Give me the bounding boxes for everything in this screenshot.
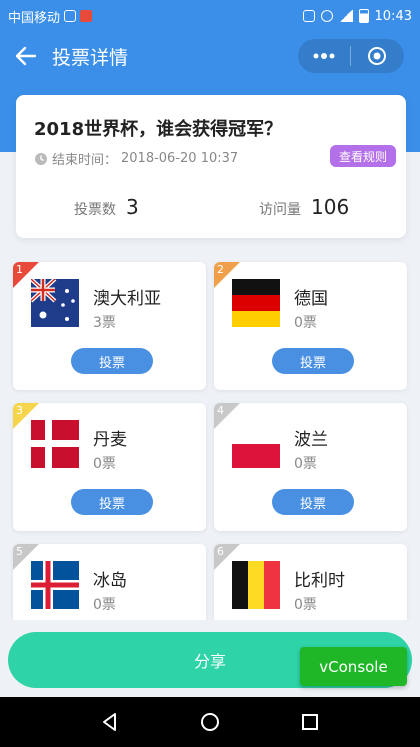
- rank-number: 6: [217, 545, 224, 558]
- system-back-button[interactable]: [90, 702, 130, 742]
- vote-info-card: 2018世界杯，谁会获得冠军？ 结束时间： 2018-06-20 10:37 查…: [16, 95, 406, 238]
- close-button[interactable]: [351, 39, 403, 73]
- votes-label: 投票数: [74, 202, 116, 218]
- rank-number: 4: [217, 404, 224, 417]
- square-recents-icon: [302, 714, 318, 730]
- rank-number: 3: [16, 404, 23, 417]
- status-right: 10:43: [302, 8, 412, 24]
- option-name: 波兰: [294, 430, 328, 450]
- option-card: 2 德国 0票 投票: [214, 262, 407, 390]
- belgium-flag-icon: [232, 561, 280, 609]
- option-card: 5 冰岛 0票 投票: [13, 544, 206, 620]
- arrow-left-icon: [15, 46, 37, 66]
- option-votes: 0票: [93, 456, 116, 472]
- votes-stat: 投票数 3: [74, 195, 139, 219]
- option-card: 3 丹麦 0票 投票: [13, 403, 206, 531]
- denmark-flag-icon: [31, 420, 79, 468]
- option-name: 德国: [294, 289, 328, 309]
- status-bar: 中国移动 10:43: [0, 0, 420, 32]
- option-card: 1 澳大利亚 3票 投票: [13, 262, 206, 390]
- clock-icon: [35, 152, 47, 165]
- australia-flag-icon: [31, 279, 79, 327]
- option-name: 丹麦: [93, 430, 127, 450]
- vote-title: 2018世界杯，谁会获得冠军？: [34, 119, 283, 140]
- status-time: 10:43: [374, 8, 412, 24]
- alarm-icon: [320, 10, 333, 22]
- iceland-flag-icon: [31, 561, 79, 609]
- battery-icon: [358, 9, 369, 23]
- rank-number: 2: [217, 263, 224, 276]
- vote-button[interactable]: 投票: [71, 348, 153, 374]
- more-button[interactable]: [298, 39, 350, 73]
- option-votes: 0票: [93, 597, 116, 613]
- nav-bar: 投票详情: [0, 32, 420, 80]
- mini-program-capsule: [298, 39, 404, 73]
- vote-button[interactable]: 投票: [272, 489, 354, 515]
- end-time-label: 结束时间：: [52, 153, 118, 168]
- option-name: 比利时: [294, 571, 345, 591]
- carrier-name: 中国移动: [8, 10, 61, 26]
- vote-button[interactable]: 投票: [272, 348, 354, 374]
- option-votes: 0票: [294, 315, 317, 331]
- option-votes: 0票: [294, 597, 317, 613]
- visits-count: 106: [311, 195, 350, 219]
- app-notification-icon: [80, 10, 93, 22]
- system-home-button[interactable]: [190, 702, 230, 742]
- carrier-area: 中国移动: [8, 7, 303, 26]
- data-icon: [64, 10, 77, 22]
- rank-number: 1: [16, 263, 23, 276]
- poland-flag-icon: [232, 420, 280, 468]
- rank-number: 5: [16, 545, 23, 558]
- option-name: 澳大利亚: [93, 289, 161, 309]
- system-recents-button[interactable]: [290, 702, 330, 742]
- option-name: 冰岛: [93, 571, 127, 591]
- option-card: 6 比利时 0票 投票: [214, 544, 407, 620]
- target-close-icon: [368, 47, 386, 65]
- back-button[interactable]: [0, 32, 52, 80]
- view-rules-button[interactable]: 查看规则: [330, 145, 396, 167]
- option-votes: 3票: [93, 315, 116, 331]
- mute-icon: [302, 10, 315, 22]
- system-nav-bar: [0, 697, 420, 747]
- vconsole-button[interactable]: vConsole: [300, 647, 407, 686]
- circle-home-icon: [201, 713, 219, 731]
- end-time-value: 2018-06-20 10:37: [121, 151, 239, 166]
- option-card: 4 波兰 0票 投票: [214, 403, 407, 531]
- page-title: 投票详情: [52, 46, 129, 69]
- visits-stat: 访问量 106: [259, 195, 349, 219]
- visits-label: 访问量: [259, 202, 301, 218]
- option-votes: 0票: [294, 456, 317, 472]
- triangle-back-icon: [103, 713, 116, 731]
- votes-count: 3: [126, 195, 139, 219]
- germany-flag-icon: [232, 279, 280, 327]
- options-grid: 1 澳大利亚 3票 投票 2 德国 0票 投票 3 丹麦 0票 投票 4 波兰 …: [0, 260, 420, 620]
- end-time: 结束时间： 2018-06-20 10:37: [34, 149, 238, 168]
- vote-button[interactable]: 投票: [71, 489, 153, 515]
- signal-icon: [338, 10, 353, 22]
- more-dots-icon: [313, 53, 335, 59]
